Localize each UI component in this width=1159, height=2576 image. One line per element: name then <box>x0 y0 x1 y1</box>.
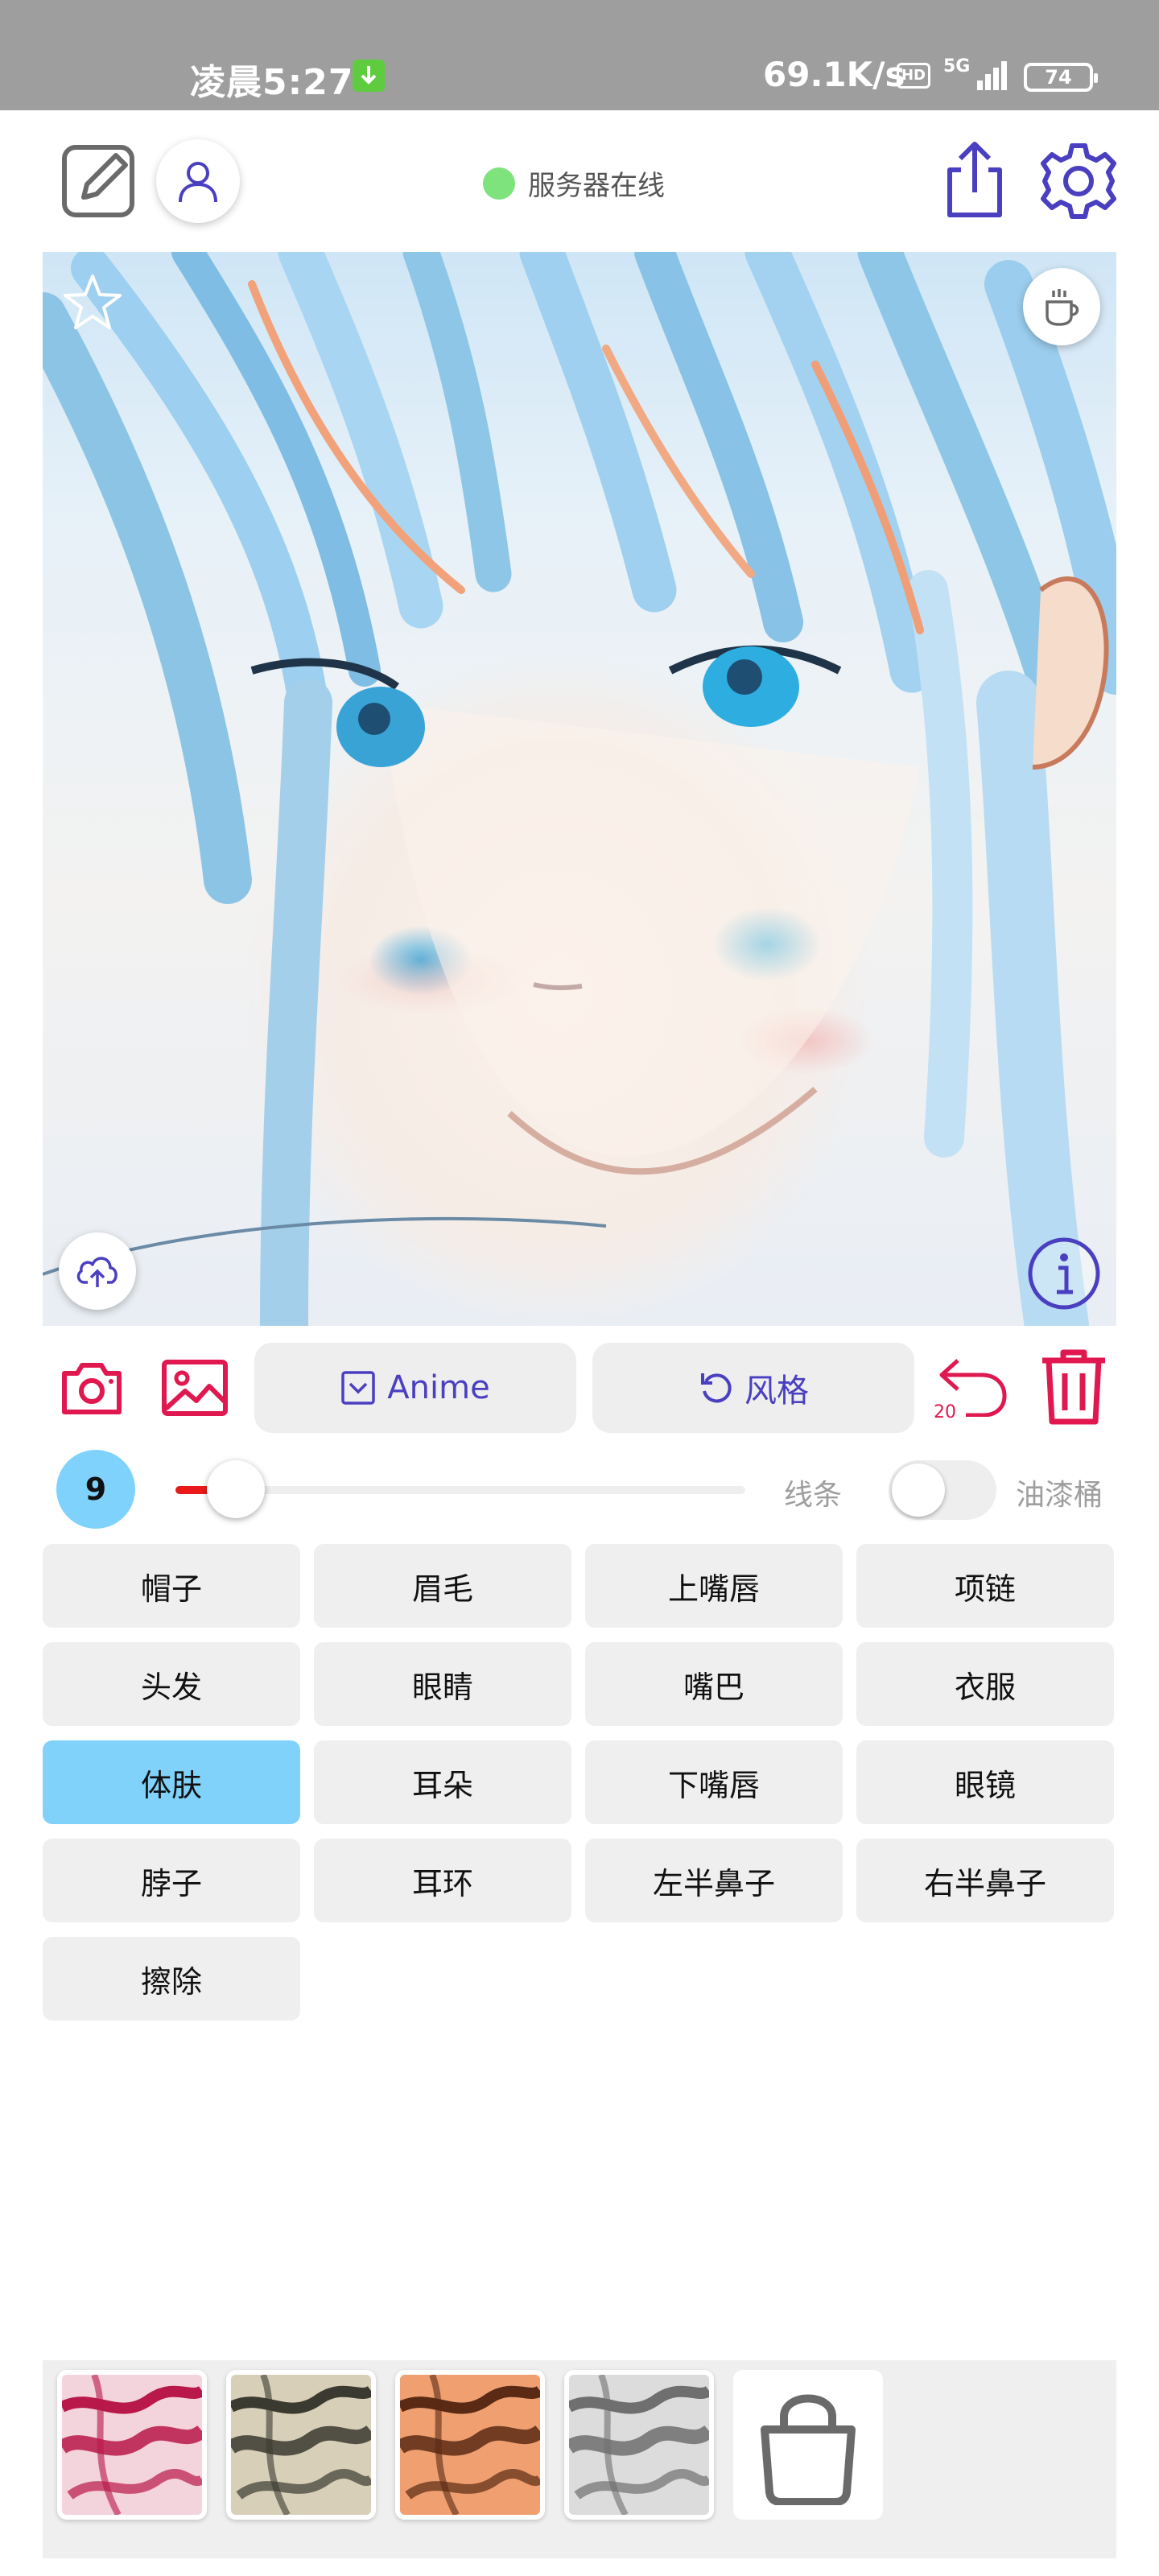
status-dot <box>483 167 515 200</box>
part-button[interactable]: 帽子 <box>43 1544 300 1628</box>
part-button-label: 眼镜 <box>954 1767 1016 1803</box>
part-button-label: 体肤 <box>140 1767 202 1803</box>
signal-icon <box>958 56 1011 97</box>
part-button-label: 耳环 <box>411 1865 473 1901</box>
bucket-toggle[interactable] <box>889 1460 996 1520</box>
server-status-text: 服务器在线 <box>528 170 665 202</box>
style-tray <box>43 2360 1116 2558</box>
part-button-label: 帽子 <box>140 1571 202 1607</box>
part-button-label: 衣服 <box>954 1669 1016 1705</box>
part-button-label: 右半鼻子 <box>923 1865 1046 1901</box>
part-button[interactable]: 眉毛 <box>314 1544 571 1628</box>
style-thumbnail[interactable] <box>395 2370 545 2520</box>
part-button-label: 脖子 <box>140 1865 202 1901</box>
info-icon[interactable] <box>1026 1236 1102 1315</box>
part-button[interactable]: 擦除 <box>43 1937 300 2021</box>
part-button-label: 左半鼻子 <box>652 1865 775 1901</box>
part-button-label: 头发 <box>140 1669 202 1705</box>
style-thumbnail[interactable] <box>226 2370 376 2520</box>
trash-icon[interactable] <box>1035 1346 1112 1426</box>
part-button-label: 项链 <box>954 1571 1016 1607</box>
gear-icon[interactable] <box>1038 141 1119 221</box>
top-toolbar: 服务器在线 <box>0 110 1159 251</box>
drawing-canvas[interactable] <box>43 252 1116 1326</box>
shop-button[interactable] <box>733 2370 883 2520</box>
chevron-box-icon <box>341 1371 376 1405</box>
refresh-icon <box>701 1373 732 1403</box>
brush-controls: 9 线条 油漆桶 <box>0 1449 1159 1530</box>
part-button[interactable]: 衣服 <box>856 1642 1114 1726</box>
hd-badge: HD <box>897 63 930 89</box>
network-speed: 69.1K/s <box>763 55 905 94</box>
camera-icon[interactable] <box>60 1356 124 1420</box>
style-thumbnails <box>57 2370 883 2520</box>
undo-count: 20 <box>934 1402 956 1422</box>
part-button-label: 眼睛 <box>411 1669 473 1705</box>
part-button[interactable]: 头发 <box>43 1642 300 1726</box>
action-row: Anime 风格 20 <box>0 1336 1159 1433</box>
share-icon[interactable] <box>938 139 1011 220</box>
part-button[interactable]: 下嘴唇 <box>585 1740 843 1824</box>
brush-size-badge: 9 <box>56 1450 135 1529</box>
style-button[interactable]: 风格 <box>592 1343 914 1433</box>
part-button[interactable]: 眼镜 <box>856 1740 1114 1824</box>
anime-girl-image <box>43 252 1116 1326</box>
edit-icon[interactable] <box>60 139 140 220</box>
line-label: 线条 <box>784 1479 843 1512</box>
user-button[interactable] <box>156 139 240 223</box>
part-button-label: 上嘴唇 <box>667 1571 760 1607</box>
part-button-label: 眉毛 <box>411 1571 473 1607</box>
battery-indicator: 74 <box>1024 63 1098 92</box>
star-icon[interactable] <box>62 271 123 336</box>
part-button[interactable]: 右半鼻子 <box>856 1839 1114 1922</box>
part-button[interactable]: 耳环 <box>314 1839 571 1922</box>
part-button[interactable]: 左半鼻子 <box>585 1839 843 1922</box>
style-thumbnail[interactable] <box>564 2370 714 2520</box>
coffee-cup-icon[interactable] <box>1023 268 1100 345</box>
status-bar: 凌晨5:27 69.1K/s HD 5G 74 <box>0 0 1159 110</box>
parts-grid: 帽子 眉毛 上嘴唇 项链头发 眼睛 嘴巴 衣服体肤 耳朵 下嘴唇 眼镜脖子 耳环 左半鼻子 右半鼻子擦除 <box>43 1544 1115 2021</box>
part-button-label: 下嘴唇 <box>667 1767 760 1803</box>
gallery-icon[interactable] <box>161 1356 229 1420</box>
part-button[interactable]: 耳朵 <box>314 1740 571 1824</box>
toggle-knob <box>892 1463 945 1517</box>
part-button-label: 耳朵 <box>411 1767 473 1803</box>
part-button[interactable]: 脖子 <box>43 1839 300 1922</box>
status-time: 凌晨5:27 <box>190 62 354 103</box>
download-icon <box>353 60 385 92</box>
style-thumbnail[interactable] <box>57 2370 207 2520</box>
style-button-label: 风格 <box>744 1373 809 1410</box>
model-button-label: Anime <box>387 1369 490 1406</box>
part-button[interactable]: 上嘴唇 <box>585 1544 843 1628</box>
part-button-label: 擦除 <box>140 1963 202 2000</box>
model-select-button[interactable]: Anime <box>254 1343 576 1433</box>
part-button[interactable]: 项链 <box>856 1544 1114 1628</box>
user-icon <box>179 162 217 203</box>
part-button[interactable]: 体肤 <box>43 1740 300 1824</box>
shopping-bag-icon <box>761 2394 856 2505</box>
part-button-label: 嘴巴 <box>683 1669 744 1705</box>
upload-cloud-icon[interactable] <box>59 1232 136 1310</box>
part-button[interactable]: 嘴巴 <box>585 1642 843 1726</box>
part-button[interactable]: 眼睛 <box>314 1642 571 1726</box>
slider-thumb[interactable] <box>207 1460 266 1518</box>
server-status: 服务器在线 <box>483 163 665 203</box>
bucket-label: 油漆桶 <box>1016 1479 1103 1512</box>
